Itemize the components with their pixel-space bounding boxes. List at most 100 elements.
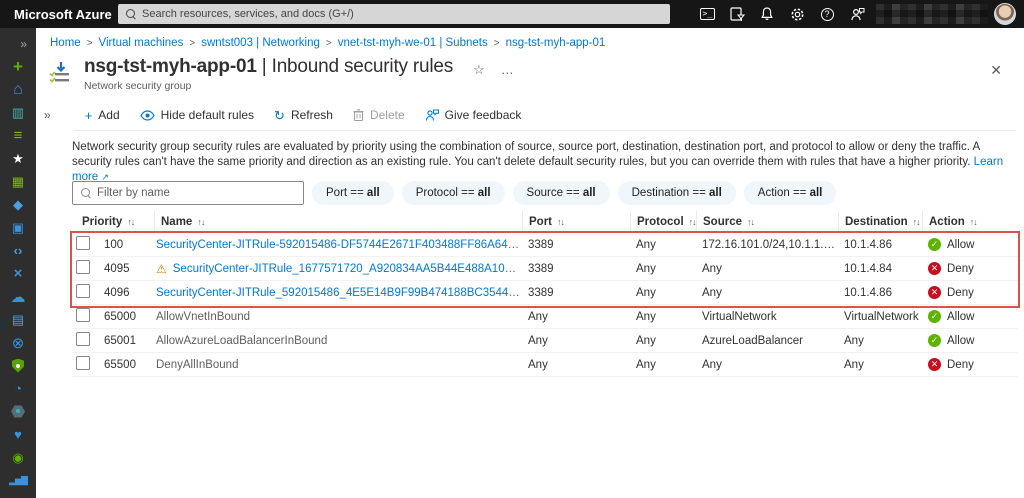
filter-pill-protocol[interactable]: Protocol == all	[401, 181, 505, 205]
metrics-chart-icon[interactable]: ▂▅▇	[0, 469, 36, 492]
col-protocol[interactable]: Protocol ↑↓	[630, 211, 697, 232]
left-sidebar: » + ⌂ ▥ ≡ ★ ▦ ◆ ▣ ‹› × ☁ ▤ ⊗ ◔ ♥ ◉ ▂▅▇	[0, 28, 36, 498]
sidebar-expand-icon[interactable]: »	[0, 32, 36, 55]
cost-management-icon[interactable]: ◉	[0, 446, 36, 469]
filter-bar: Port == all Protocol == all Source == al…	[72, 181, 837, 205]
rule-name-link[interactable]: SecurityCenter-JITRule_592015486_4E5E14B…	[156, 287, 522, 299]
refresh-button[interactable]: ↻ Refresh	[266, 104, 341, 126]
global-search-input[interactable]	[142, 8, 662, 20]
sort-icon: ↑↓	[197, 216, 205, 227]
give-feedback-button[interactable]: Give feedback	[417, 104, 530, 126]
filter-pill-destination[interactable]: Destination == all	[617, 181, 736, 205]
col-name[interactable]: Name ↑↓	[154, 211, 522, 232]
rule-protocol: Any	[636, 310, 656, 323]
cloud-services-icon[interactable]: ☁	[0, 285, 36, 308]
advisor-gauge-icon[interactable]: ◔	[0, 377, 36, 400]
favorites-star-icon[interactable]: ★	[0, 147, 36, 170]
function-apps-icon[interactable]: ▣	[0, 216, 36, 239]
monitor-heart-icon[interactable]: ♥	[0, 423, 36, 446]
rule-destination: 10.1.4.86	[844, 286, 892, 299]
name-filter-box[interactable]	[72, 181, 304, 205]
table-header-row: Priority ↑↓ Name ↑↓ Port ↑↓ Protocol ↑↓ Sour…	[72, 211, 1018, 233]
row-checkbox[interactable]	[76, 356, 90, 370]
rule-priority: 4096	[104, 286, 130, 299]
rule-port: 3389	[528, 238, 554, 251]
azure-brand[interactable]: Microsoft Azure	[14, 7, 112, 22]
breadcrumb-vnet-subnets[interactable]: vnet-tst-myh-we-01 | Subnets	[338, 37, 488, 49]
page-header: nsg-tst-myh-app-01 | Inbound security ru…	[48, 56, 514, 92]
rule-source: AzureLoadBalancer	[702, 334, 804, 347]
favorite-star-icon[interactable]: ☆	[473, 62, 485, 78]
breadcrumb-home[interactable]: Home	[50, 37, 81, 49]
rule-port: Any	[528, 310, 548, 323]
description-text: Network security group security rules ar…	[72, 141, 1004, 183]
settings-gear-icon[interactable]	[782, 0, 812, 28]
filter-pill-source[interactable]: Source == all	[512, 181, 610, 205]
kubernetes-hexagon-icon[interactable]	[0, 400, 36, 423]
api-code-icon[interactable]: ‹›	[0, 239, 36, 262]
all-services-icon[interactable]: ≡	[0, 124, 36, 147]
rule-name[interactable]: DenyAllInBound	[156, 359, 238, 371]
sql-databases-icon[interactable]: ▤	[0, 308, 36, 331]
close-blade-icon[interactable]: ✕	[990, 62, 1002, 79]
rule-destination: 10.1.4.86	[844, 238, 892, 251]
filter-pill-action[interactable]: Action == all	[743, 181, 837, 205]
col-action[interactable]: Action ↑↓	[922, 211, 1015, 232]
row-checkbox[interactable]	[76, 284, 90, 298]
row-checkbox[interactable]	[76, 332, 90, 346]
directory-filter-icon[interactable]	[722, 0, 752, 28]
add-button[interactable]: + Add	[77, 104, 128, 126]
app-services-icon[interactable]: ◆	[0, 193, 36, 216]
more-options-icon[interactable]: …	[501, 62, 514, 78]
rule-action: ✓ Allow	[922, 334, 1015, 347]
rule-source: Any	[702, 358, 722, 371]
dashboard-icon[interactable]: ▥	[0, 101, 36, 124]
rule-name[interactable]: AllowAzureLoadBalancerInBound	[156, 335, 327, 347]
virtual-machines-icon[interactable]: ⊗	[0, 331, 36, 354]
allow-check-icon: ✓	[928, 238, 941, 251]
toolbar-divider	[74, 130, 1016, 131]
rule-destination: VirtualNetwork	[844, 310, 919, 323]
filter-pill-port[interactable]: Port == all	[312, 181, 394, 205]
table-row: 4095 ⚠ SecurityCenter-JITRule_1677571720_…	[72, 257, 1018, 281]
collapse-menu-icon[interactable]: »	[44, 108, 51, 122]
global-search[interactable]	[118, 4, 670, 24]
breadcrumb: Home > Virtual machines > swntst003 | Networ…	[50, 37, 606, 49]
cloud-shell-icon[interactable]: >_	[692, 0, 722, 28]
account-info-redacted[interactable]	[876, 4, 988, 24]
rule-name-link[interactable]: SecurityCenter-JITRule_1677571720_A92083…	[173, 263, 522, 275]
create-resource-icon[interactable]: +	[0, 55, 36, 78]
col-destination[interactable]: Destination ↑↓	[838, 211, 922, 232]
breadcrumb-nsg[interactable]: nsg-tst-myh-app-01	[506, 37, 606, 49]
home-icon[interactable]: ⌂	[0, 78, 36, 101]
row-checkbox[interactable]	[76, 308, 90, 322]
col-source[interactable]: Source ↑↓	[696, 211, 838, 232]
rule-name[interactable]: AllowVnetInBound	[156, 311, 250, 323]
breadcrumb-virtual-machines[interactable]: Virtual machines	[99, 37, 184, 49]
rule-name-link[interactable]: SecurityCenter-JITRule-592015486-DF5744E…	[156, 239, 522, 251]
table-row: 65500 DenyAllInBound Any Any Any Any ✕ De…	[72, 353, 1018, 377]
col-port[interactable]: Port ↑↓	[522, 211, 630, 232]
filter-search-icon	[81, 188, 91, 198]
hide-default-rules-button[interactable]: Hide default rules	[132, 104, 262, 126]
table-row: 4096 SecurityCenter-JITRule_592015486_4E…	[72, 281, 1018, 305]
account-avatar[interactable]	[994, 3, 1016, 25]
resource-groups-icon[interactable]: ▦	[0, 170, 36, 193]
page-subtitle: Network security group	[84, 80, 192, 92]
feedback-icon[interactable]	[842, 0, 872, 28]
defender-shield-icon[interactable]	[0, 354, 36, 377]
help-icon[interactable]: ?	[812, 0, 842, 28]
row-checkbox[interactable]	[76, 260, 90, 274]
delete-button[interactable]: Delete	[345, 104, 413, 126]
inbound-rules-icon	[48, 60, 74, 86]
deny-cross-icon: ✕	[928, 358, 941, 371]
row-checkbox[interactable]	[76, 236, 90, 250]
col-priority[interactable]: Priority ↑↓	[72, 211, 154, 232]
notifications-bell-icon[interactable]	[752, 0, 782, 28]
breadcrumb-vm-networking[interactable]: swntst003 | Networking	[201, 37, 320, 49]
rule-protocol: Any	[636, 238, 656, 251]
tools-icon[interactable]: ×	[0, 262, 36, 285]
name-filter-input[interactable]	[97, 187, 295, 199]
rule-action: ✓ Allow	[922, 310, 1015, 323]
rule-priority: 100	[104, 238, 124, 251]
